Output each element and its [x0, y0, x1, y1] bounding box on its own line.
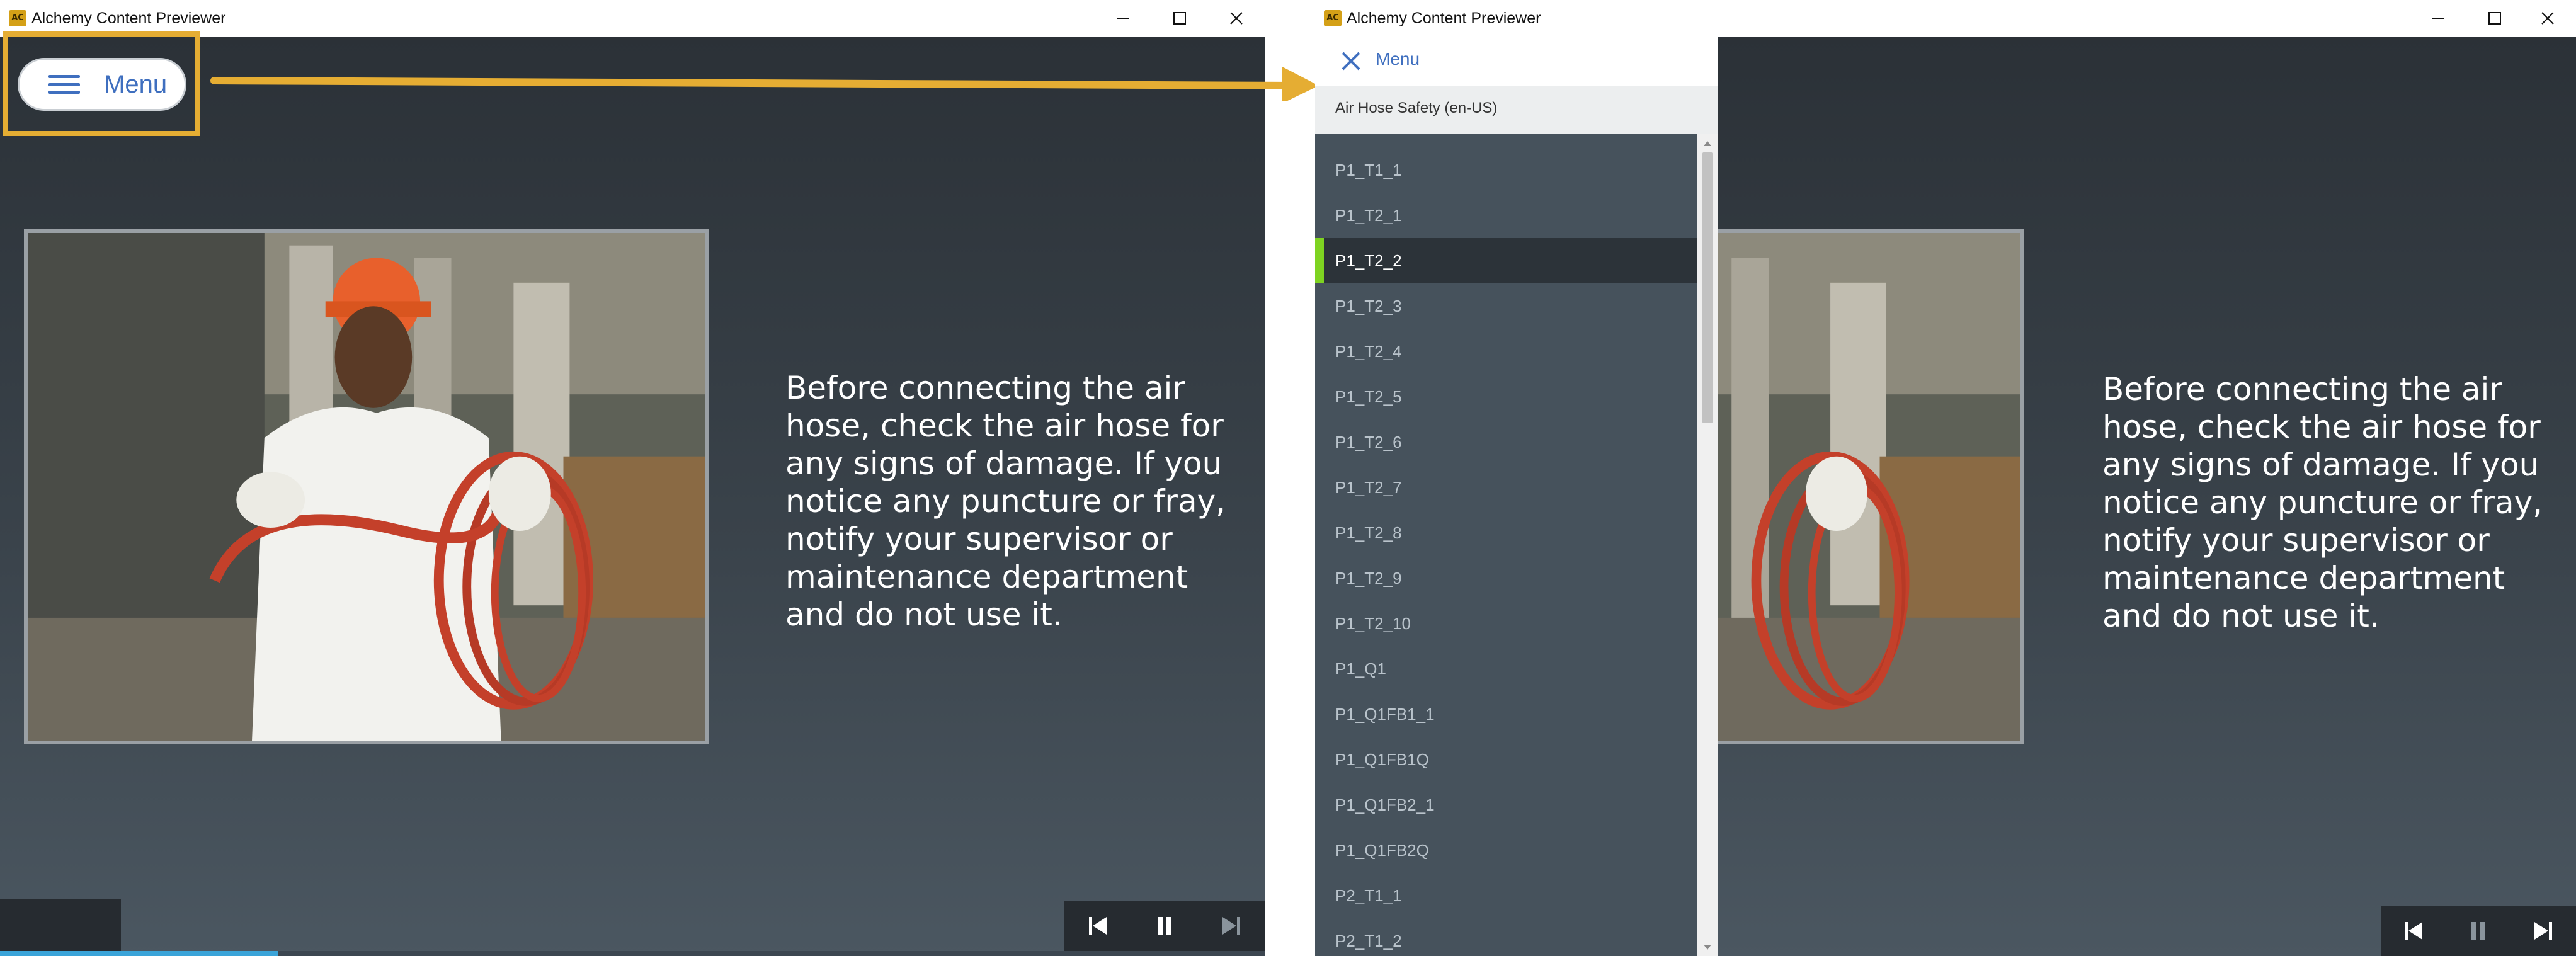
progress-fill — [0, 951, 278, 956]
menu-item[interactable]: P2_T1_1 — [1315, 873, 1697, 918]
menu-item[interactable]: P2_T1_2 — [1315, 918, 1697, 956]
menu-item[interactable]: P1_Q1FB1Q — [1315, 737, 1697, 782]
menu-item[interactable]: P1_T2_10 — [1315, 601, 1697, 646]
slide-text-line: hose, check the air hose for — [785, 407, 1224, 444]
slide-text-line: Before connecting the air — [785, 370, 1185, 406]
previous-icon[interactable] — [1085, 913, 1110, 938]
maximize-icon — [2488, 12, 2501, 25]
menu-panel-header: Menu — [1315, 37, 1718, 86]
menu-item[interactable]: P1_T2_2 — [1315, 238, 1697, 283]
menu-panel-title: Menu — [1376, 49, 1420, 69]
previous-icon[interactable] — [2401, 918, 2426, 943]
menu-item[interactable]: P1_T2_5 — [1315, 374, 1697, 419]
slide-text-line: Before connecting the air — [2102, 371, 2502, 407]
close-icon — [2541, 12, 2554, 25]
minimize-button[interactable] — [2410, 0, 2466, 37]
menu-item[interactable]: P1_Q1FB2_1 — [1315, 782, 1697, 828]
menu-list-area: P1_T1_1 P1_T2_1 P1_T2_2 P1_T2_3 P1_T2_4 P1_T2… — [1315, 134, 1697, 956]
playback-controls — [2381, 906, 2576, 956]
window-title: Alchemy Content Previewer — [31, 9, 226, 27]
slide-text: Before connecting the air hose, check th… — [785, 369, 1239, 634]
menu-item[interactable]: P1_T2_6 — [1315, 419, 1697, 465]
course-title-bar: Air Hose Safety (en-US) — [1315, 86, 1718, 134]
worker-with-air-hose-image — [28, 233, 705, 741]
pause-icon[interactable] — [2466, 918, 2491, 943]
minimize-icon — [1117, 18, 1129, 19]
progress-bar[interactable] — [0, 951, 1265, 956]
scroll-up-icon[interactable] — [1702, 139, 1713, 149]
menu-item[interactable]: P1_Q1FB1_1 — [1315, 691, 1697, 737]
menu-scrollbar[interactable] — [1697, 134, 1718, 956]
left-window: AC Alchemy Content Previewer Menu Before… — [0, 0, 1265, 956]
maximize-button[interactable] — [1151, 0, 1208, 37]
maximize-button[interactable] — [2466, 0, 2523, 37]
close-icon — [1230, 12, 1243, 25]
slide-text-line: notice any puncture or fray, — [2102, 484, 2543, 521]
right-window: AC Alchemy Content Previewer Before conn… — [1315, 0, 2576, 956]
menu-item[interactable]: P1_T2_4 — [1315, 329, 1697, 374]
app-icon: AC — [1324, 10, 1342, 26]
slide-text-line: maintenance department — [785, 559, 1188, 595]
menu-button-highlight — [3, 31, 200, 136]
slide-stage: Menu Before connecting the air hose, che… — [0, 37, 1265, 956]
minimize-button[interactable] — [1095, 0, 1151, 37]
maximize-icon — [1173, 12, 1186, 25]
menu-item[interactable]: P1_Q1FB2Q — [1315, 828, 1697, 873]
course-title: Air Hose Safety (en-US) — [1335, 100, 1498, 117]
slide-text-line: any signs of damage. If you — [2102, 447, 2539, 483]
menu-item[interactable]: P1_T2_3 — [1315, 283, 1697, 329]
next-icon[interactable] — [2531, 918, 2556, 943]
close-button[interactable] — [1208, 0, 1265, 37]
slide-text: Before connecting the air hose, check th… — [2102, 370, 2556, 635]
slide-text-line: notify your supervisor or — [2102, 522, 2490, 559]
slide-text-line: notify your supervisor or — [785, 521, 1173, 557]
menu-item[interactable]: P1_T2_9 — [1315, 555, 1697, 601]
slide-text-line: and do not use it. — [2102, 598, 2379, 634]
scroll-down-icon[interactable] — [1702, 942, 1713, 952]
menu-list: P1_T1_1 P1_T2_1 P1_T2_2 P1_T2_3 P1_T2_4 P1_T2… — [1315, 147, 1697, 956]
menu-item[interactable]: P1_T2_7 — [1315, 465, 1697, 510]
annotation-arrow — [210, 67, 1319, 101]
menu-item[interactable]: P1_T2_8 — [1315, 510, 1697, 555]
menu-panel: Menu Air Hose Safety (en-US) P1_T1_1 P1_T… — [1315, 37, 1718, 956]
app-icon: AC — [9, 10, 26, 26]
slide-text-line: and do not use it. — [785, 596, 1063, 633]
minimize-icon — [2432, 18, 2444, 19]
slide-text-line: notice any puncture or fray, — [785, 483, 1226, 520]
slide-text-line: hose, check the air hose for — [2102, 409, 2541, 445]
playback-left-panel — [0, 899, 121, 951]
slide-text-line: maintenance department — [2102, 560, 2505, 596]
slide-text-line: any signs of damage. If you — [785, 445, 1222, 482]
scrollbar-thumb[interactable] — [1702, 152, 1713, 423]
close-button[interactable] — [2519, 0, 2576, 37]
menu-item[interactable]: P1_Q1 — [1315, 646, 1697, 691]
close-menu-icon[interactable] — [1340, 50, 1362, 72]
menu-item[interactable]: P1_T1_1 — [1315, 147, 1697, 193]
slide-photo — [24, 229, 709, 744]
menu-item[interactable]: P1_T2_1 — [1315, 193, 1697, 238]
pause-icon[interactable] — [1152, 913, 1177, 938]
window-title: Alchemy Content Previewer — [1347, 9, 1541, 27]
title-bar: AC Alchemy Content Previewer — [1315, 0, 2576, 37]
next-icon[interactable] — [1219, 913, 1244, 938]
playback-controls — [1064, 901, 1265, 951]
